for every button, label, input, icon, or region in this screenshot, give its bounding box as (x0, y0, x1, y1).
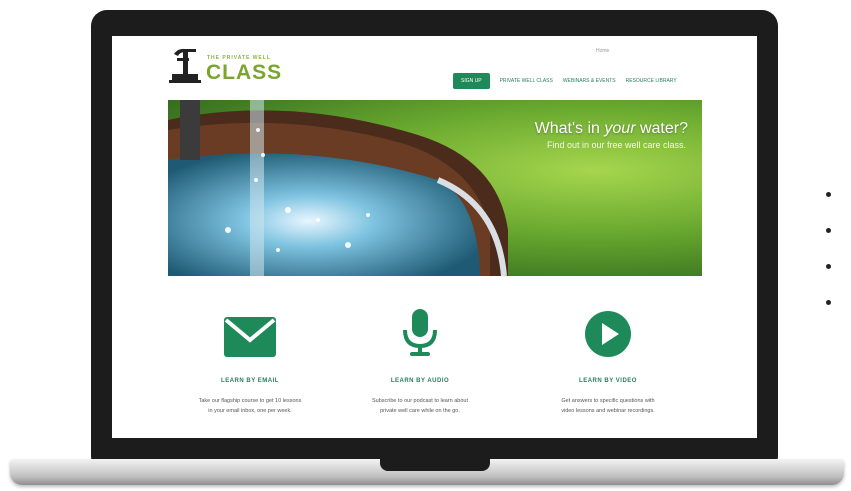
well-pump-logo-icon[interactable] (168, 46, 204, 86)
nav-item-webinars-events[interactable]: Webinars & Events (563, 75, 616, 87)
feature-audio-title[interactable]: Learn by audio (320, 378, 520, 384)
laptop-notch (380, 459, 490, 471)
nav-item-resource-library[interactable]: Resource Library (626, 75, 677, 87)
logo-wordmark[interactable]: CLASS (206, 62, 282, 83)
hero-banner: What's in your water? Find out in our fr… (168, 100, 702, 276)
nav-item-private-well-class[interactable]: Private Well Class (500, 75, 553, 87)
play-icon[interactable] (584, 310, 632, 358)
nav-item-sign-up[interactable]: Sign up (453, 73, 490, 89)
feature-video-title[interactable]: Learn by video (508, 378, 708, 384)
bullet-dot (826, 192, 831, 197)
top-home-link[interactable]: Home (596, 48, 609, 54)
hero-headline: What's in your water? (534, 120, 688, 137)
main-nav: Sign up Private Well Class Webinars & Ev… (453, 73, 677, 89)
feature-audio-text: Subscribe to our podcast to learn about … (371, 398, 468, 414)
envelope-icon[interactable] (223, 316, 277, 358)
bullet-dot (826, 228, 831, 233)
feature-audio: Learn by audio Subscribe to our podcast … (320, 304, 520, 416)
bullet-dot (826, 264, 831, 269)
laptop-screen: THE PRIVATE WELL CLASS Home Sign up Priv… (112, 36, 757, 438)
microphone-icon[interactable] (400, 308, 440, 358)
feature-video-text: Get answers to specific questions with v… (561, 398, 655, 414)
bullet-dot (826, 300, 831, 305)
feature-video: Learn by video Get answers to specific q… (508, 304, 708, 416)
hero-subtitle: Find out in our free well care class. (546, 140, 686, 150)
